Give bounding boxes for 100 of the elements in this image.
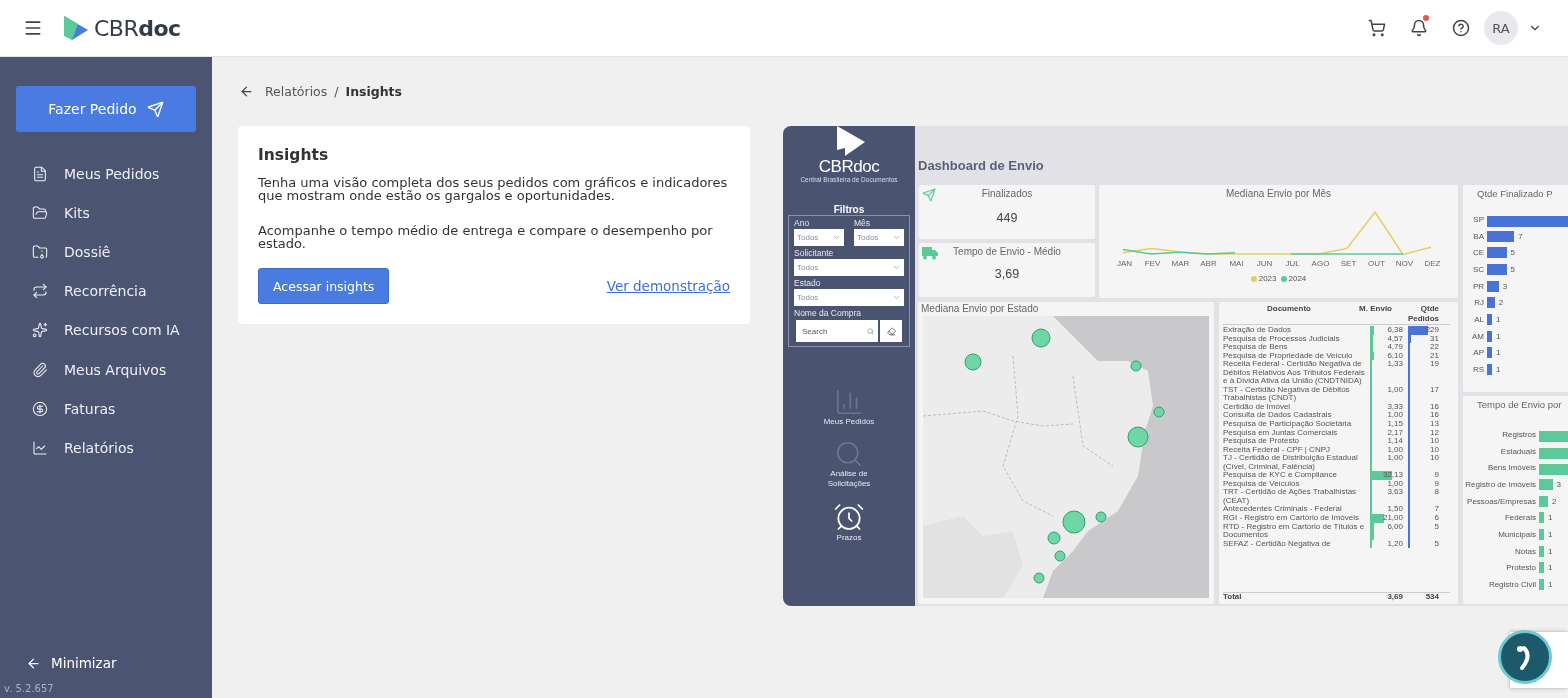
breadcrumb-link[interactable]: Relatórios: [265, 83, 328, 99]
table-cell-text: TST - Certidão Negativa de Débitos Trabalhistas (CNDT): [1223, 385, 1350, 403]
repeat-icon: [32, 283, 48, 300]
version-text: v. 5.2.657: [4, 683, 55, 694]
filter-select[interactable]: Todos: [794, 259, 904, 276]
table-cell: 1,20: [1387, 538, 1403, 548]
table-cell: 16: [1430, 401, 1439, 411]
axis-label: AGO: [1310, 259, 1331, 268]
kpi-label: Tempo de Envio - Médio: [953, 246, 1061, 257]
table-cell-text: Pesquisa de Veículos: [1223, 479, 1300, 489]
value-label: 7: [1518, 231, 1523, 241]
table-cell: 5: [1434, 538, 1439, 548]
chart-title: Tempo de Envio por: [1476, 399, 1562, 410]
chevron-icon: [892, 233, 901, 242]
table-cell: 31: [1430, 333, 1439, 343]
table-cell: 4,79: [1387, 342, 1403, 352]
table-cell: 3,63: [1387, 487, 1403, 497]
help-icon[interactable]: [1450, 17, 1472, 39]
table-cell-text: TRT - Certidão de Ações Trabalhistas (CEAT): [1223, 488, 1358, 505]
bar-chart-icon: [834, 387, 864, 417]
demo-link[interactable]: Ver demonstração: [606, 278, 730, 294]
chart-title: Mediana Envio por Mês: [1225, 188, 1332, 199]
table-cell-text: Pesquisa de Propriedade de Veículo: [1223, 351, 1354, 360]
cart-icon[interactable]: [1366, 17, 1388, 39]
sidebar-item[interactable]: Faturas: [16, 389, 196, 429]
filter-select[interactable]: Todos: [794, 229, 844, 246]
category-label: Bens Imóveis: [1486, 463, 1537, 473]
filter-select[interactable]: Todos: [854, 229, 904, 246]
category-label: SC: [1471, 264, 1485, 274]
table-cell: 1,33: [1387, 359, 1403, 369]
filter-label: Estado: [794, 278, 822, 289]
value-label: 1: [1496, 314, 1501, 324]
axis-label: JUL: [1284, 259, 1301, 268]
table-cell-text: 3,69: [1386, 593, 1404, 602]
table-cell-text: Certidão de Imóvel: [1223, 402, 1291, 412]
chart-title: Qtde Finalizado P: [1476, 188, 1553, 199]
table-cell: 9: [1434, 470, 1439, 480]
new-order-button[interactable]: Fazer Pedido: [16, 86, 196, 132]
table-cell-text: 534: [1424, 593, 1440, 602]
breadcrumb-separator: /: [334, 83, 339, 99]
sidebar-item[interactable]: Meus Arquivos: [16, 349, 196, 390]
sidebar-item[interactable]: Dossiê: [16, 232, 196, 272]
breadcrumb-current: Insights: [345, 83, 403, 99]
table-cell-text: RTD - Registro em Cartório de Títulos e Documentos: [1223, 522, 1366, 540]
sidebar-item[interactable]: Kits: [16, 193, 196, 233]
filter-label: Mês: [854, 218, 872, 229]
category-label: Pessoas/Empresas: [1466, 496, 1537, 506]
filter-select[interactable]: Todos: [794, 289, 904, 306]
user-avatar[interactable]: RA: [1484, 11, 1518, 45]
value-label: 1: [1548, 563, 1553, 573]
dashboard-logo: CBRdoc: [818, 158, 880, 176]
table-cell: 8: [1434, 487, 1439, 497]
chat-button[interactable]: [1498, 630, 1552, 684]
table-cell-text: RGI - Registro em Cartório de Imóveis: [1223, 514, 1361, 523]
column-header[interactable]: Documento: [1223, 304, 1355, 324]
column-header[interactable]: Qtde Pedidos: [1395, 304, 1442, 324]
value-label: 1: [1548, 513, 1553, 523]
table-cell-text: Pesquisa de Processos Judiciais: [1223, 334, 1341, 343]
arrow-left-icon: [26, 655, 41, 671]
axis-label: MAR: [1170, 259, 1191, 268]
sidebar-item[interactable]: Recorrência: [16, 271, 196, 311]
table-cell-text: Pesquisa em Juntas Comerciais: [1223, 428, 1339, 437]
card-text: Acompanhe o tempo médio de entrega e compare o desempenho por estado.: [258, 224, 714, 250]
category-label: Protesto: [1505, 563, 1537, 573]
sidebar-item[interactable]: Recursos com IA: [16, 310, 196, 350]
axis-label: JUN: [1255, 259, 1274, 268]
access-insights-button[interactable]: Acessar insights: [258, 268, 390, 304]
table-cell: 1,00: [1387, 478, 1403, 488]
dashboard-nav-item[interactable]: Meus Pedidos: [814, 387, 884, 427]
filter-label: Solicitante: [794, 248, 835, 259]
sidebar-item[interactable]: Meus Pedidos: [16, 154, 196, 194]
minimize-link[interactable]: Minimizar: [16, 655, 196, 671]
category-label: CE: [1471, 248, 1485, 258]
category-label: Registros: [1501, 429, 1537, 439]
dashboard-nav-item[interactable]: Análise de Solicitações: [814, 439, 884, 489]
column-header[interactable]: M. Envio: [1355, 304, 1395, 324]
category-label: Registro Civil: [1487, 580, 1537, 590]
table-cell: 1,00: [1387, 410, 1403, 420]
eraser-button[interactable]: [880, 320, 902, 342]
table-cell: 19: [1430, 359, 1439, 369]
folder-icon: [32, 204, 48, 221]
value-label: 1: [1496, 348, 1501, 358]
paperclip-icon: [32, 361, 48, 378]
send-icon: [922, 188, 936, 202]
dashboard-title: Dashboard de Envio: [918, 158, 1045, 175]
alarm-clock-icon: [833, 501, 865, 533]
sidebar-item[interactable]: Relatórios: [16, 428, 196, 468]
value-label: 5: [1510, 248, 1515, 258]
logo-icon: [62, 14, 90, 42]
legend-item: 2023: [1250, 274, 1277, 283]
category-label: AL: [1473, 314, 1485, 324]
value-label: 1: [1548, 529, 1553, 539]
table-cell: 6,00: [1387, 521, 1403, 531]
chevron-icon: [892, 293, 901, 302]
category-label: Municipais: [1497, 529, 1537, 539]
dashboard-nav-item[interactable]: Prazos: [814, 501, 884, 543]
search-field[interactable]: Search: [796, 320, 878, 342]
folder-icon: [32, 243, 48, 260]
card-text: Tenha uma visão completa dos seus pedidos com gráficos e indicadores que mostram onde estão os gargalos e oportunidades.: [258, 176, 729, 202]
category-label: SP: [1472, 214, 1485, 224]
